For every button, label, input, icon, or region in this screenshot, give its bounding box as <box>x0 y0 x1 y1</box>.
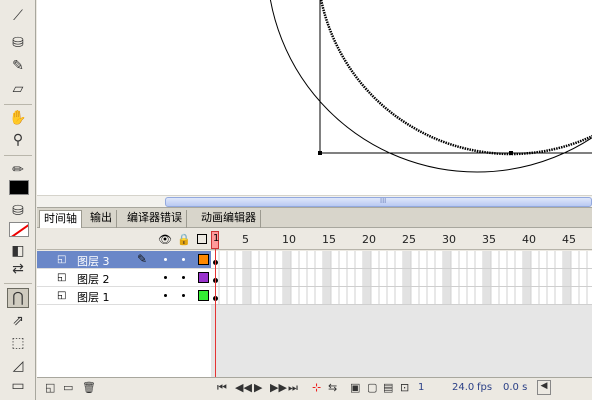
frame-highlight <box>363 251 371 305</box>
frame-number: 40 <box>522 233 536 246</box>
transform-handle <box>318 151 322 155</box>
bone-tool-icon[interactable]: ⟋ <box>7 6 29 26</box>
frame-highlight <box>443 251 451 305</box>
fill-color-swatch[interactable] <box>9 222 29 237</box>
frame-number: 45 <box>562 233 576 246</box>
straighten-icon[interactable]: ⬚ <box>7 333 29 353</box>
first-frame-icon[interactable]: ⏮ <box>217 381 227 395</box>
frame-number: 20 <box>362 233 376 246</box>
current-frame-value: 1 <box>418 382 425 393</box>
frame-highlight <box>323 251 331 305</box>
onion-outline-icon[interactable]: ▢ <box>367 381 377 394</box>
fill-color-icon[interactable]: ⛁ <box>7 201 29 221</box>
timeline-footer: ◱ ▭ 🗑 ⏮ ◀◀ ▶ ▶▶ ⏭ ⊹ ⇆ ▣ ▢ ▤ ⊡ 1 24.0 fps… <box>37 377 592 400</box>
layer-row[interactable]: ◱ 图层 1 <box>37 287 211 305</box>
snap-to-objects-icon[interactable]: ⋂ <box>7 288 29 308</box>
lock-dot[interactable] <box>182 276 185 279</box>
zoom-tool-icon[interactable]: ⚲ <box>7 130 29 150</box>
playhead-frame-label: 1 <box>213 233 220 244</box>
horizontal-scrollbar[interactable]: III <box>37 195 592 207</box>
visibility-dot[interactable] <box>164 258 167 261</box>
lock-icon[interactable]: 🔒 <box>177 233 191 246</box>
onion-skin-icon[interactable]: ▣ <box>350 381 360 394</box>
layer-name: 图层 2 <box>77 273 110 286</box>
last-frame-icon[interactable]: ⏭ <box>288 381 298 395</box>
outline-icon[interactable] <box>197 234 207 244</box>
layer-row[interactable]: ◱ 图层 3 ✎ <box>37 251 211 269</box>
frame-number: 10 <box>282 233 296 246</box>
play-icon[interactable]: ▶ <box>254 381 262 394</box>
layer-name: 图层 3 <box>77 255 110 268</box>
frame-highlight <box>243 251 251 305</box>
scrollbar-grip-icon: III <box>380 197 387 205</box>
frame-rate-unit: fps <box>477 382 493 393</box>
elapsed-time: 0.0 s <box>503 382 528 393</box>
eraser-icon[interactable]: ▱ <box>7 79 29 99</box>
layer-icon: ◱ <box>57 290 67 301</box>
frame-highlight <box>523 251 531 305</box>
tools-panel: ⟋ ⛁ ✎ ▱ ✋ ⚲ ✏ ⛁ ◧ ⇄ ⋂ ⇗ ⬚ ◿ ▭ <box>0 0 36 400</box>
timeline-header: 👁 🔒 5 10 15 20 25 30 35 40 45 <box>37 229 592 250</box>
tab-motion-editor[interactable]: 动画编辑器 <box>197 210 261 228</box>
frame-highlight <box>403 251 411 305</box>
selected-circle-shape <box>319 0 592 156</box>
hand-tool-icon[interactable]: ✋ <box>7 108 29 128</box>
frame-grid <box>211 251 592 305</box>
edit-multiple-frames-icon[interactable]: ▤ <box>383 381 393 394</box>
next-frame-icon[interactable]: ▶▶ <box>270 381 287 394</box>
stroke-color-icon[interactable]: ✏ <box>7 160 29 180</box>
tab-timeline[interactable]: 时间轴 <box>39 210 82 228</box>
frame-number: 5 <box>242 233 249 246</box>
rotate-icon[interactable]: ◿ <box>7 356 29 376</box>
delete-layer-icon[interactable]: 🗑 <box>82 381 96 394</box>
eye-icon[interactable]: 👁 <box>158 233 172 246</box>
black-white-icon[interactable]: ◧ <box>7 241 29 261</box>
outline-color-box[interactable] <box>198 290 209 301</box>
layer-list: ◱ 图层 3 ✎ ◱ 图层 2 ◱ 图层 1 <box>37 251 211 377</box>
layer-row[interactable]: ◱ 图层 2 <box>37 269 211 287</box>
new-folder-icon[interactable]: ▭ <box>63 381 73 394</box>
center-frame-icon[interactable]: ⊹ <box>312 381 321 394</box>
pencil-icon: ✎ <box>137 252 148 266</box>
visibility-dot[interactable] <box>164 276 167 279</box>
paint-bucket-icon[interactable]: ⛁ <box>7 33 29 53</box>
eyedropper-icon[interactable]: ✎ <box>7 56 29 76</box>
transform-handle <box>509 151 513 155</box>
prev-frame-icon[interactable]: ◀◀ <box>235 381 252 394</box>
frame-number: 35 <box>482 233 496 246</box>
circle-shape <box>269 0 592 173</box>
onion-markers-icon[interactable]: ⊡ <box>400 381 409 394</box>
scroll-left-icon[interactable]: ◀ <box>537 380 551 395</box>
tab-output[interactable]: 输出 <box>86 210 117 228</box>
stroke-color-swatch[interactable] <box>9 180 29 195</box>
scale-icon[interactable]: ▭ <box>7 376 29 396</box>
layer-name: 图层 1 <box>77 291 110 304</box>
layer-icon: ◱ <box>57 254 67 265</box>
swap-colors-icon[interactable]: ⇄ <box>7 259 29 279</box>
frame-number: 25 <box>402 233 416 246</box>
layer-icon: ◱ <box>57 272 67 283</box>
frame-number: 15 <box>322 233 336 246</box>
outline-color-box[interactable] <box>198 272 209 283</box>
panel-tabbar: 时间轴 输出 编译器错误 动画编辑器 <box>37 207 592 228</box>
new-layer-icon[interactable]: ◱ <box>45 381 55 394</box>
frame-highlight <box>563 251 571 305</box>
frame-highlight <box>283 251 291 305</box>
tab-compiler-errors[interactable]: 编译器错误 <box>123 210 187 228</box>
visibility-dot[interactable] <box>164 294 167 297</box>
smooth-icon[interactable]: ⇗ <box>7 311 29 331</box>
stage-canvas[interactable] <box>37 0 592 195</box>
scrollbar-thumb[interactable] <box>165 197 592 207</box>
loop-icon[interactable]: ⇆ <box>328 381 337 394</box>
frames-area[interactable] <box>211 251 592 377</box>
playhead-line <box>215 249 216 378</box>
lock-dot[interactable] <box>182 294 185 297</box>
frame-rate-value: 24.0 <box>452 382 475 393</box>
frame-number: 30 <box>442 233 456 246</box>
outline-color-box[interactable] <box>198 254 209 265</box>
lock-dot[interactable] <box>182 258 185 261</box>
frame-highlight <box>483 251 491 305</box>
